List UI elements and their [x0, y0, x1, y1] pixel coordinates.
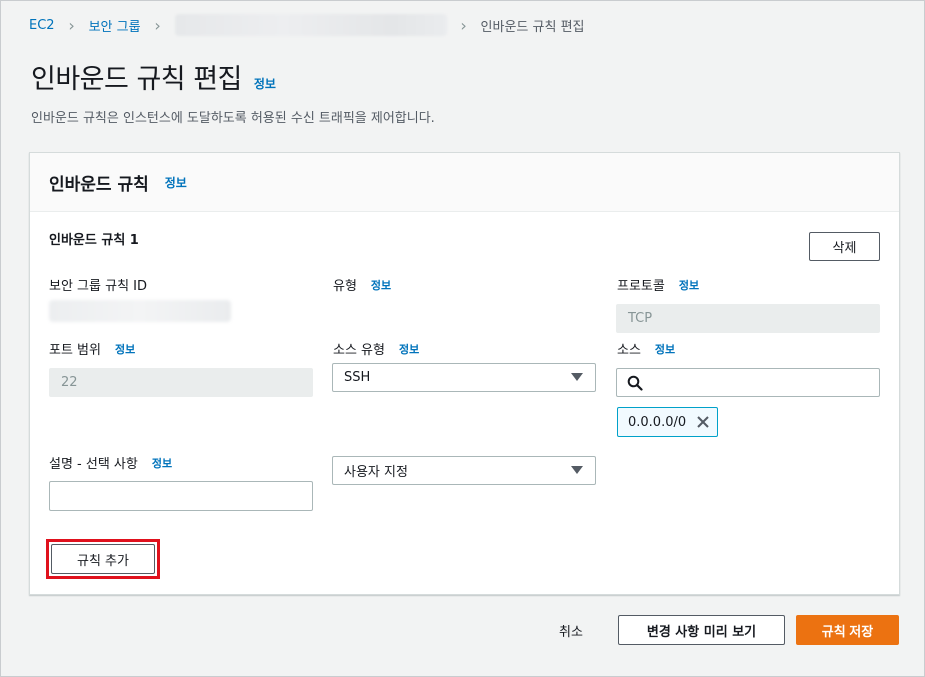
description-input[interactable]	[49, 481, 313, 511]
breadcrumb-current: 인바운드 규칙 편집	[480, 19, 585, 35]
sg-rule-id-label: 보안 그룹 규칙 ID	[49, 275, 147, 294]
page-description: 인바운드 규칙은 인스턴스에 도달하도록 허용된 수신 트래픽을 제어합니다.	[31, 111, 435, 126]
sg-rule-id-value	[49, 300, 231, 322]
source-type-select-value: 사용자 지정	[344, 465, 408, 480]
type-select-value: SSH	[344, 370, 371, 385]
port-range-field: 22	[49, 368, 313, 397]
delete-button[interactable]: 삭제	[809, 232, 880, 261]
source-info-link[interactable]: 정보	[655, 341, 675, 357]
add-rule-button[interactable]: 규칙 추가	[51, 544, 155, 574]
protocol-label: 프로토콜 정보	[617, 275, 699, 295]
panel-header: 인바운드 규칙 정보	[30, 153, 899, 212]
description-info-link[interactable]: 정보	[152, 455, 172, 471]
rule-title: 인바운드 규칙 1	[49, 233, 139, 248]
description-label: 설명 - 선택 사항 정보	[49, 453, 172, 473]
type-label-text: 유형	[333, 279, 357, 294]
source-type-select[interactable]: 사용자 지정	[332, 456, 596, 485]
sg-rule-id-label-text: 보안 그룹 규칙 ID	[49, 279, 148, 294]
port-range-label-text: 포트 범위	[49, 343, 101, 358]
source-token-label: 0.0.0.0/0	[628, 414, 687, 430]
type-info-link[interactable]: 정보	[371, 277, 391, 293]
chevron-right-icon: ›	[460, 15, 467, 35]
cancel-button[interactable]: 취소	[559, 615, 583, 645]
type-select[interactable]: SSH	[332, 363, 596, 392]
caret-down-icon	[571, 373, 583, 381]
save-rules-button[interactable]: 규칙 저장	[796, 615, 899, 645]
protocol-label-text: 프로토콜	[617, 279, 665, 294]
source-type-label: 소스 유형 정보	[333, 339, 419, 359]
search-icon	[627, 375, 643, 391]
source-label: 소스 정보	[617, 339, 675, 359]
close-icon[interactable]	[696, 415, 710, 429]
panel-info-link[interactable]: 정보	[165, 174, 187, 191]
breadcrumb-ec2-link[interactable]: EC2	[29, 18, 55, 33]
source-type-info-link[interactable]: 정보	[399, 341, 419, 357]
source-token: 0.0.0.0/0	[617, 407, 718, 437]
breadcrumb-redacted-group[interactable]	[174, 14, 447, 36]
chevron-right-icon: ›	[154, 15, 161, 35]
protocol-field: TCP	[616, 304, 880, 333]
preview-changes-button[interactable]: 변경 사항 미리 보기	[618, 615, 785, 645]
protocol-value: TCP	[628, 311, 653, 326]
footer-actions: 취소 변경 사항 미리 보기 규칙 저장	[1, 615, 925, 645]
caret-down-icon	[571, 466, 583, 474]
page-header: 인바운드 규칙 편집 정보	[31, 57, 276, 96]
type-label: 유형 정보	[333, 275, 391, 295]
port-range-info-link[interactable]: 정보	[115, 341, 135, 357]
protocol-info-link[interactable]: 정보	[679, 277, 699, 293]
source-type-label-text: 소스 유형	[333, 343, 385, 358]
breadcrumb-security-groups-link[interactable]: 보안 그룹	[89, 16, 141, 35]
source-label-text: 소스	[617, 343, 641, 358]
breadcrumb: EC2 › 보안 그룹 › › 인바운드 규칙 편집	[29, 14, 585, 36]
inbound-rules-panel: 인바운드 규칙 정보 인바운드 규칙 1 삭제 보안 그룹 규칙 ID 유형 정…	[29, 152, 900, 595]
page-title: 인바운드 규칙 편집	[31, 64, 242, 95]
description-label-text: 설명 - 선택 사항	[49, 457, 138, 472]
source-search-input[interactable]	[616, 368, 880, 397]
port-range-value: 22	[61, 375, 78, 390]
panel-title: 인바운드 규칙	[49, 174, 149, 195]
chevron-right-icon: ›	[68, 15, 75, 35]
port-range-label: 포트 범위 정보	[49, 339, 135, 359]
add-rule-highlight: 규칙 추가	[46, 539, 160, 579]
page-info-link[interactable]: 정보	[254, 75, 276, 92]
